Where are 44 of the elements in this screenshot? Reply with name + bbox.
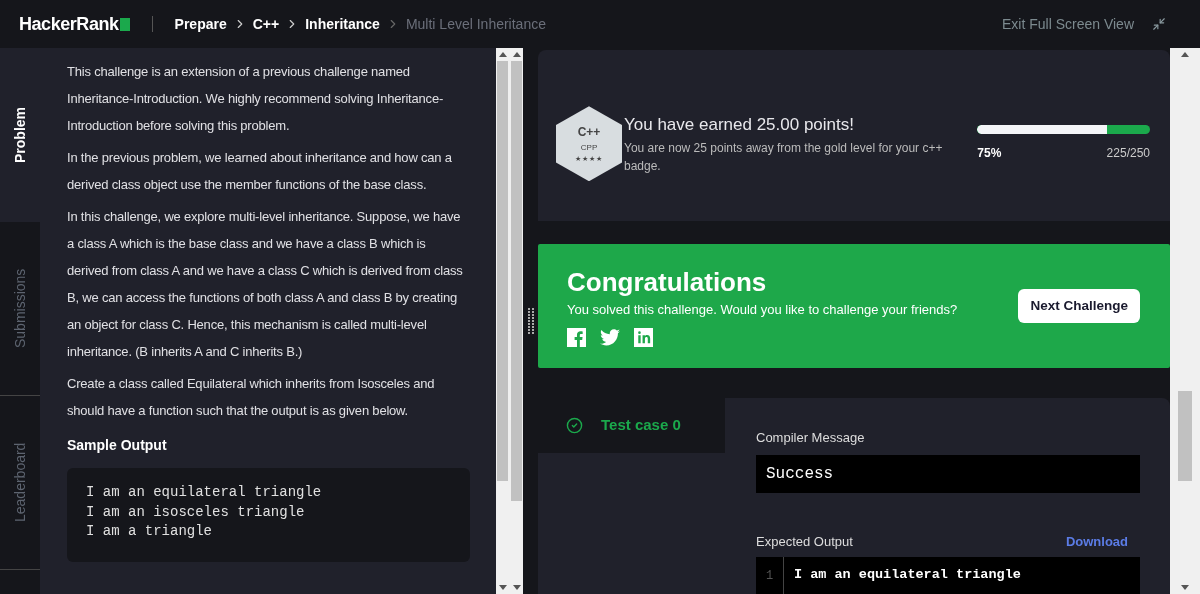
badge-title: C++	[577, 123, 601, 141]
linkedin-icon[interactable]	[634, 327, 653, 347]
exit-fullscreen-link[interactable]: Exit Full Screen View	[1002, 13, 1134, 35]
breadcrumb-link[interactable]: Inheritance	[305, 13, 380, 35]
scroll-up-icon[interactable]	[1181, 51, 1189, 57]
sample-output-block: I am an equilateral triangle I am an isosceles triangle I am a triangle	[67, 468, 470, 562]
breadcrumb-link[interactable]: C++	[252, 13, 280, 35]
problem-paragraph: This challenge is an extension of a previous challenge named Inheritance-Introduction. We highly recommend solving Inheritance-Introduction before solving this problem.	[67, 63, 445, 135]
scroll-down-icon[interactable]	[1181, 585, 1189, 591]
compiler-message-output: Success	[756, 454, 1140, 493]
scroll-thumb[interactable]	[497, 61, 508, 481]
scrollbar[interactable]	[496, 48, 523, 594]
progress-score: 225/250	[1106, 145, 1150, 163]
congratulations-message: You solved this challenge. Would you like to challenge your friends?	[567, 301, 959, 320]
code-line: I am an equilateral triangle	[793, 566, 1021, 585]
badge-code: CPP	[580, 141, 598, 154]
points-title: You have earned 25.00 points!	[624, 113, 855, 136]
sample-output-heading: Sample Output	[67, 436, 168, 455]
problem-paragraph: In this challenge, we explore multi-level inheritance. Suppose, we have a class A which is the base class and we have a class B which is derived from class A and we have a class C which is derived from class B, we can access the functions of both class A and class B by creating an object for class C. Hence, this mechanism is called multi-level inheritance. (B inherits A and C inherits B.)	[67, 208, 464, 361]
check-circle-icon	[566, 417, 583, 434]
scrollbar[interactable]	[1170, 48, 1200, 594]
expected-output-label: Expected Output	[756, 532, 853, 551]
breadcrumb-link[interactable]: Multi Level Inheritance	[405, 13, 546, 35]
minimize-icon[interactable]	[1152, 17, 1166, 31]
points-subtitle: You are now 25 points away from the gold level for your c++ badge.	[624, 140, 944, 176]
compiler-message-label: Compiler Message	[756, 429, 866, 447]
facebook-icon[interactable]	[567, 327, 586, 347]
problem-paragraph: Create a class called Equilateral which inherits from Isosceles and should have a function such that the output is as given below.	[67, 375, 436, 420]
line-number: 1	[756, 557, 784, 594]
logo[interactable]: HackerRank	[19, 10, 130, 38]
test-case-tab[interactable]: Test case 0	[538, 398, 725, 453]
progress-percent: 75%	[977, 145, 1002, 163]
logo-text: HackerRank	[19, 12, 119, 36]
next-challenge-button[interactable]: Next Challenge	[1018, 289, 1140, 324]
side-tab[interactable]: Problem	[0, 48, 40, 222]
scroll-thumb[interactable]	[1178, 391, 1192, 481]
problem-paragraph: In the previous problem, we learned about inheritance and how can a derived class object use the member functions of the base class.	[67, 149, 453, 194]
twitter-icon[interactable]	[600, 328, 620, 346]
congratulations-title: Congratulations	[567, 266, 768, 299]
logo-block-icon	[119, 17, 130, 31]
breadcrumb-link[interactable]: Prepare	[174, 13, 227, 35]
download-link[interactable]: Download	[1065, 531, 1128, 551]
scroll-thumb[interactable]	[511, 61, 522, 501]
drag-handle-icon[interactable]	[527, 308, 534, 334]
